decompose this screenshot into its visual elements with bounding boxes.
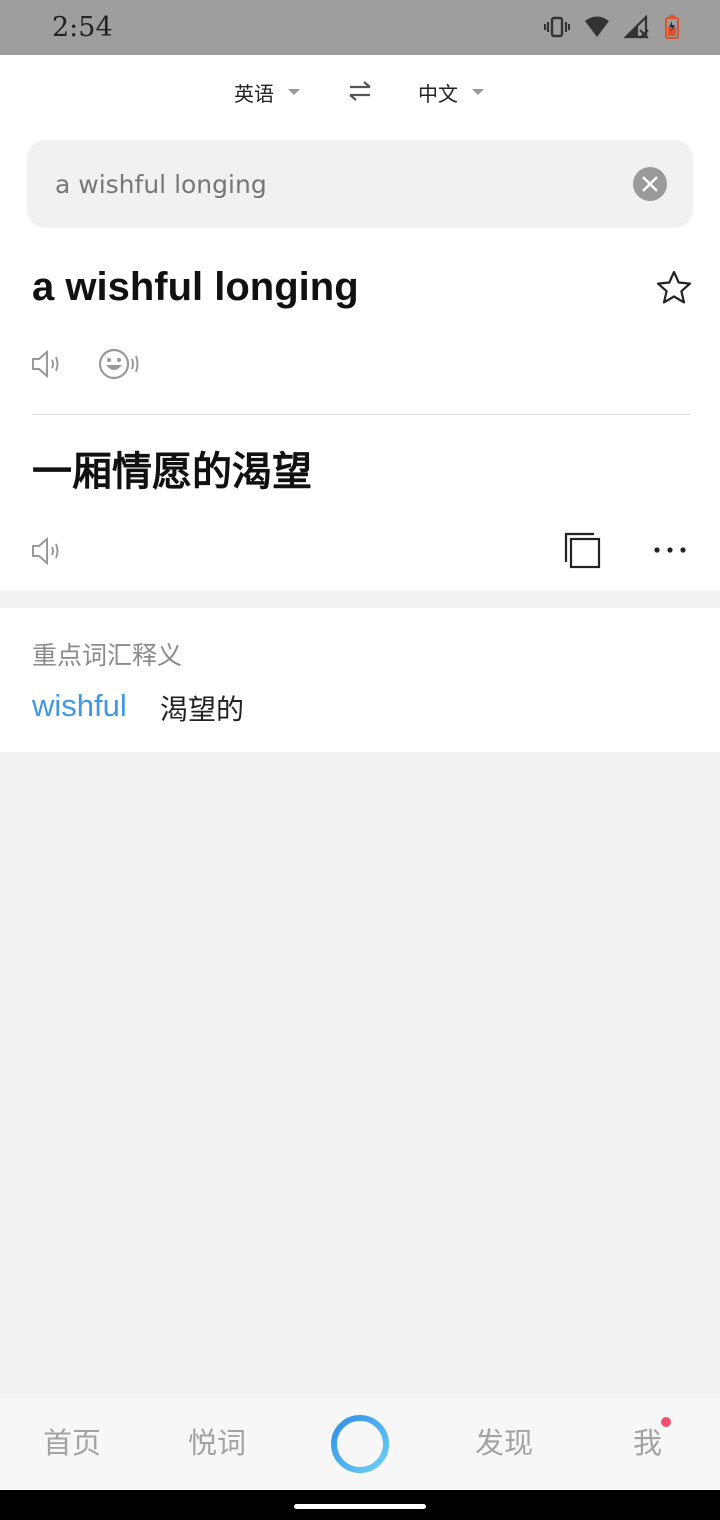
- home-gesture-handle[interactable]: [294, 1504, 426, 1509]
- nav-item-discover[interactable]: 发现: [475, 1420, 533, 1462]
- vibrate-icon: [544, 15, 570, 39]
- signal-off-icon: [624, 15, 650, 39]
- status-bar: 2:54: [0, 0, 720, 55]
- source-language-label: 英语: [234, 81, 274, 106]
- search-input[interactable]: [55, 140, 615, 228]
- language-bar: 英语 中文: [0, 55, 720, 127]
- translation-text: 一厢情愿的渴望: [32, 449, 312, 495]
- bottom-nav: 首页 悦词 发现 我: [0, 1398, 720, 1490]
- speaker-icon[interactable]: [30, 347, 64, 381]
- translation-card: 英语 中文 a wishful longing a wishful longin…: [0, 55, 720, 590]
- vocabulary-card: 重点词汇释义 wishful 渴望的: [0, 608, 720, 752]
- search-box: [27, 140, 693, 228]
- source-text: a wishful longing: [32, 265, 359, 309]
- vocabulary-heading: 重点词汇释义: [32, 641, 183, 670]
- emoji-speaker-icon[interactable]: [97, 345, 143, 383]
- target-language-label: 中文: [418, 81, 458, 106]
- chevron-down-icon: [472, 89, 484, 95]
- swap-languages-icon[interactable]: [347, 78, 373, 104]
- more-icon[interactable]: [652, 539, 688, 561]
- wifi-icon: [584, 15, 610, 39]
- vocabulary-definition: 渴望的: [160, 693, 245, 726]
- source-language-selector[interactable]: 英语: [234, 77, 300, 107]
- copy-icon[interactable]: [564, 532, 602, 570]
- nav-item-me[interactable]: 我: [633, 1420, 662, 1462]
- assistant-ring-icon[interactable]: [328, 1412, 392, 1476]
- nav-item-home[interactable]: 首页: [43, 1420, 101, 1462]
- battery-icon: [664, 15, 680, 39]
- notification-dot: [661, 1417, 671, 1427]
- vocabulary-word[interactable]: wishful: [32, 688, 127, 724]
- app-root: 2:54 英语 中文 a wishful longing a wishful l…: [0, 0, 720, 1520]
- divider: [32, 414, 690, 415]
- speaker-icon[interactable]: [30, 534, 64, 568]
- star-icon[interactable]: [655, 269, 693, 307]
- nav-item-words[interactable]: 悦词: [188, 1420, 246, 1462]
- status-icons: [544, 15, 680, 39]
- status-time: 2:54: [52, 12, 113, 43]
- chevron-down-icon: [288, 89, 300, 95]
- clear-icon[interactable]: [633, 167, 667, 201]
- gesture-bar: [0, 1490, 720, 1520]
- target-language-selector[interactable]: 中文: [418, 77, 484, 107]
